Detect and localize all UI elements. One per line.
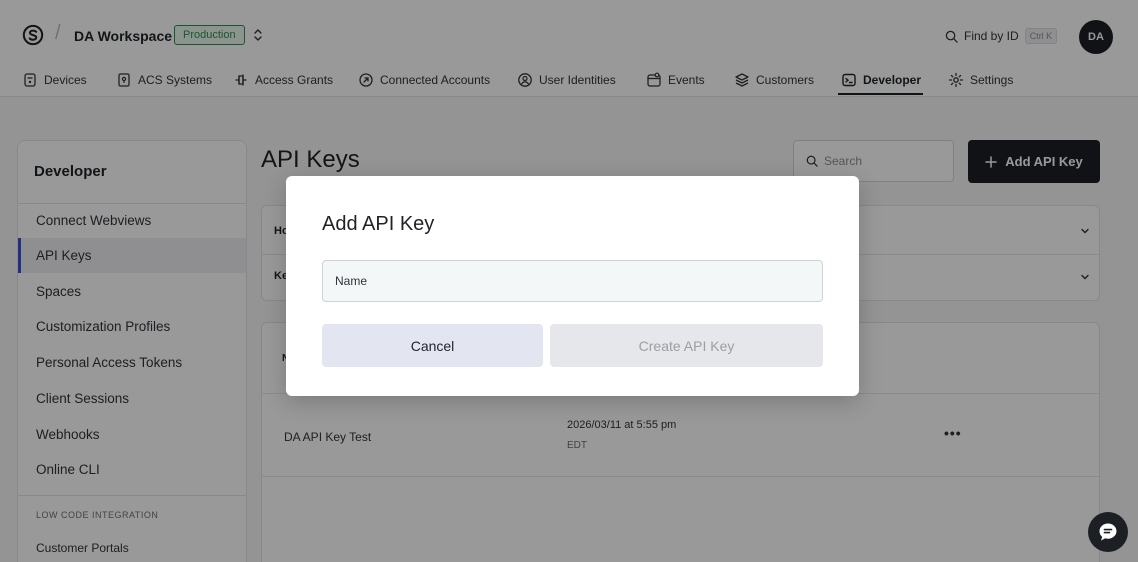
- support-chat-button[interactable]: [1088, 512, 1128, 552]
- chat-icon: [1099, 523, 1117, 541]
- api-key-name-input[interactable]: [322, 260, 823, 302]
- create-api-key-button[interactable]: Create API Key: [550, 324, 823, 367]
- modal-title: Add API Key: [322, 213, 435, 235]
- cancel-button[interactable]: Cancel: [322, 324, 543, 367]
- add-api-key-modal: Add API Key Cancel Create API Key: [286, 176, 859, 396]
